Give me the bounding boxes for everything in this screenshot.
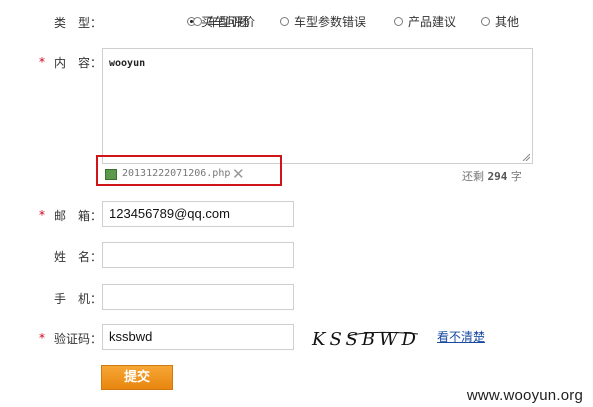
captcha-input[interactable]: kssbwd <box>102 324 294 350</box>
radio-button-icon[interactable] <box>280 17 289 26</box>
email-field[interactable]: 123456789@qq.com <box>102 201 294 227</box>
type-option-product-suggestion[interactable]: 产品建议 <box>394 13 456 30</box>
type-label: 类 型： <box>54 16 103 30</box>
required-mark: * <box>39 55 45 69</box>
image-file-icon <box>105 169 117 180</box>
counter-prefix: 还剩 <box>462 170 484 183</box>
content-textarea[interactable]: wooyun <box>102 48 533 164</box>
name-label: 姓 名： <box>54 250 103 264</box>
type-option-label: 产品建议 <box>408 15 457 29</box>
submit-button[interactable]: 提交 <box>101 365 173 390</box>
content-label: 内 容： <box>54 56 103 70</box>
required-mark: * <box>39 331 45 345</box>
type-option-label: 车型参数错误 <box>294 15 367 29</box>
name-field[interactable] <box>102 242 294 268</box>
captcha-refresh-link[interactable]: 看不清楚 <box>437 328 485 345</box>
phone-field[interactable] <box>102 284 294 310</box>
watermark: www.wooyun.org <box>466 387 583 404</box>
required-mark: * <box>39 208 45 222</box>
attachment-filename[interactable]: 20131222071206.php <box>122 168 230 179</box>
radio-button-icon[interactable] <box>481 17 490 26</box>
char-counter: 还剩 294 字 <box>462 168 522 184</box>
counter-suffix: 字 <box>510 170 522 183</box>
captcha-text: KSSBWD <box>311 329 420 350</box>
captcha-image[interactable]: KSSBWD <box>310 326 426 350</box>
email-label: 邮 箱： <box>54 209 103 223</box>
type-option-other[interactable]: 其他 <box>481 13 519 30</box>
type-option-param-error[interactable]: 车型参数错误 <box>280 13 366 30</box>
radio-button-icon[interactable] <box>394 17 403 26</box>
type-option-label: 其他 <box>495 15 520 29</box>
remove-attachment-icon[interactable]: ✕ <box>232 165 245 183</box>
counter-value: 294 <box>487 170 508 183</box>
resize-grip-icon[interactable] <box>522 153 530 161</box>
type-option-label: 车型评价 <box>207 15 256 29</box>
content-text: wooyun <box>109 58 146 69</box>
captcha-label: 验证码： <box>54 332 103 346</box>
type-option-car-review-wrap[interactable]: 车型评价 <box>193 13 255 30</box>
phone-label: 手 机： <box>54 292 103 306</box>
radio-button-icon[interactable] <box>193 17 202 26</box>
